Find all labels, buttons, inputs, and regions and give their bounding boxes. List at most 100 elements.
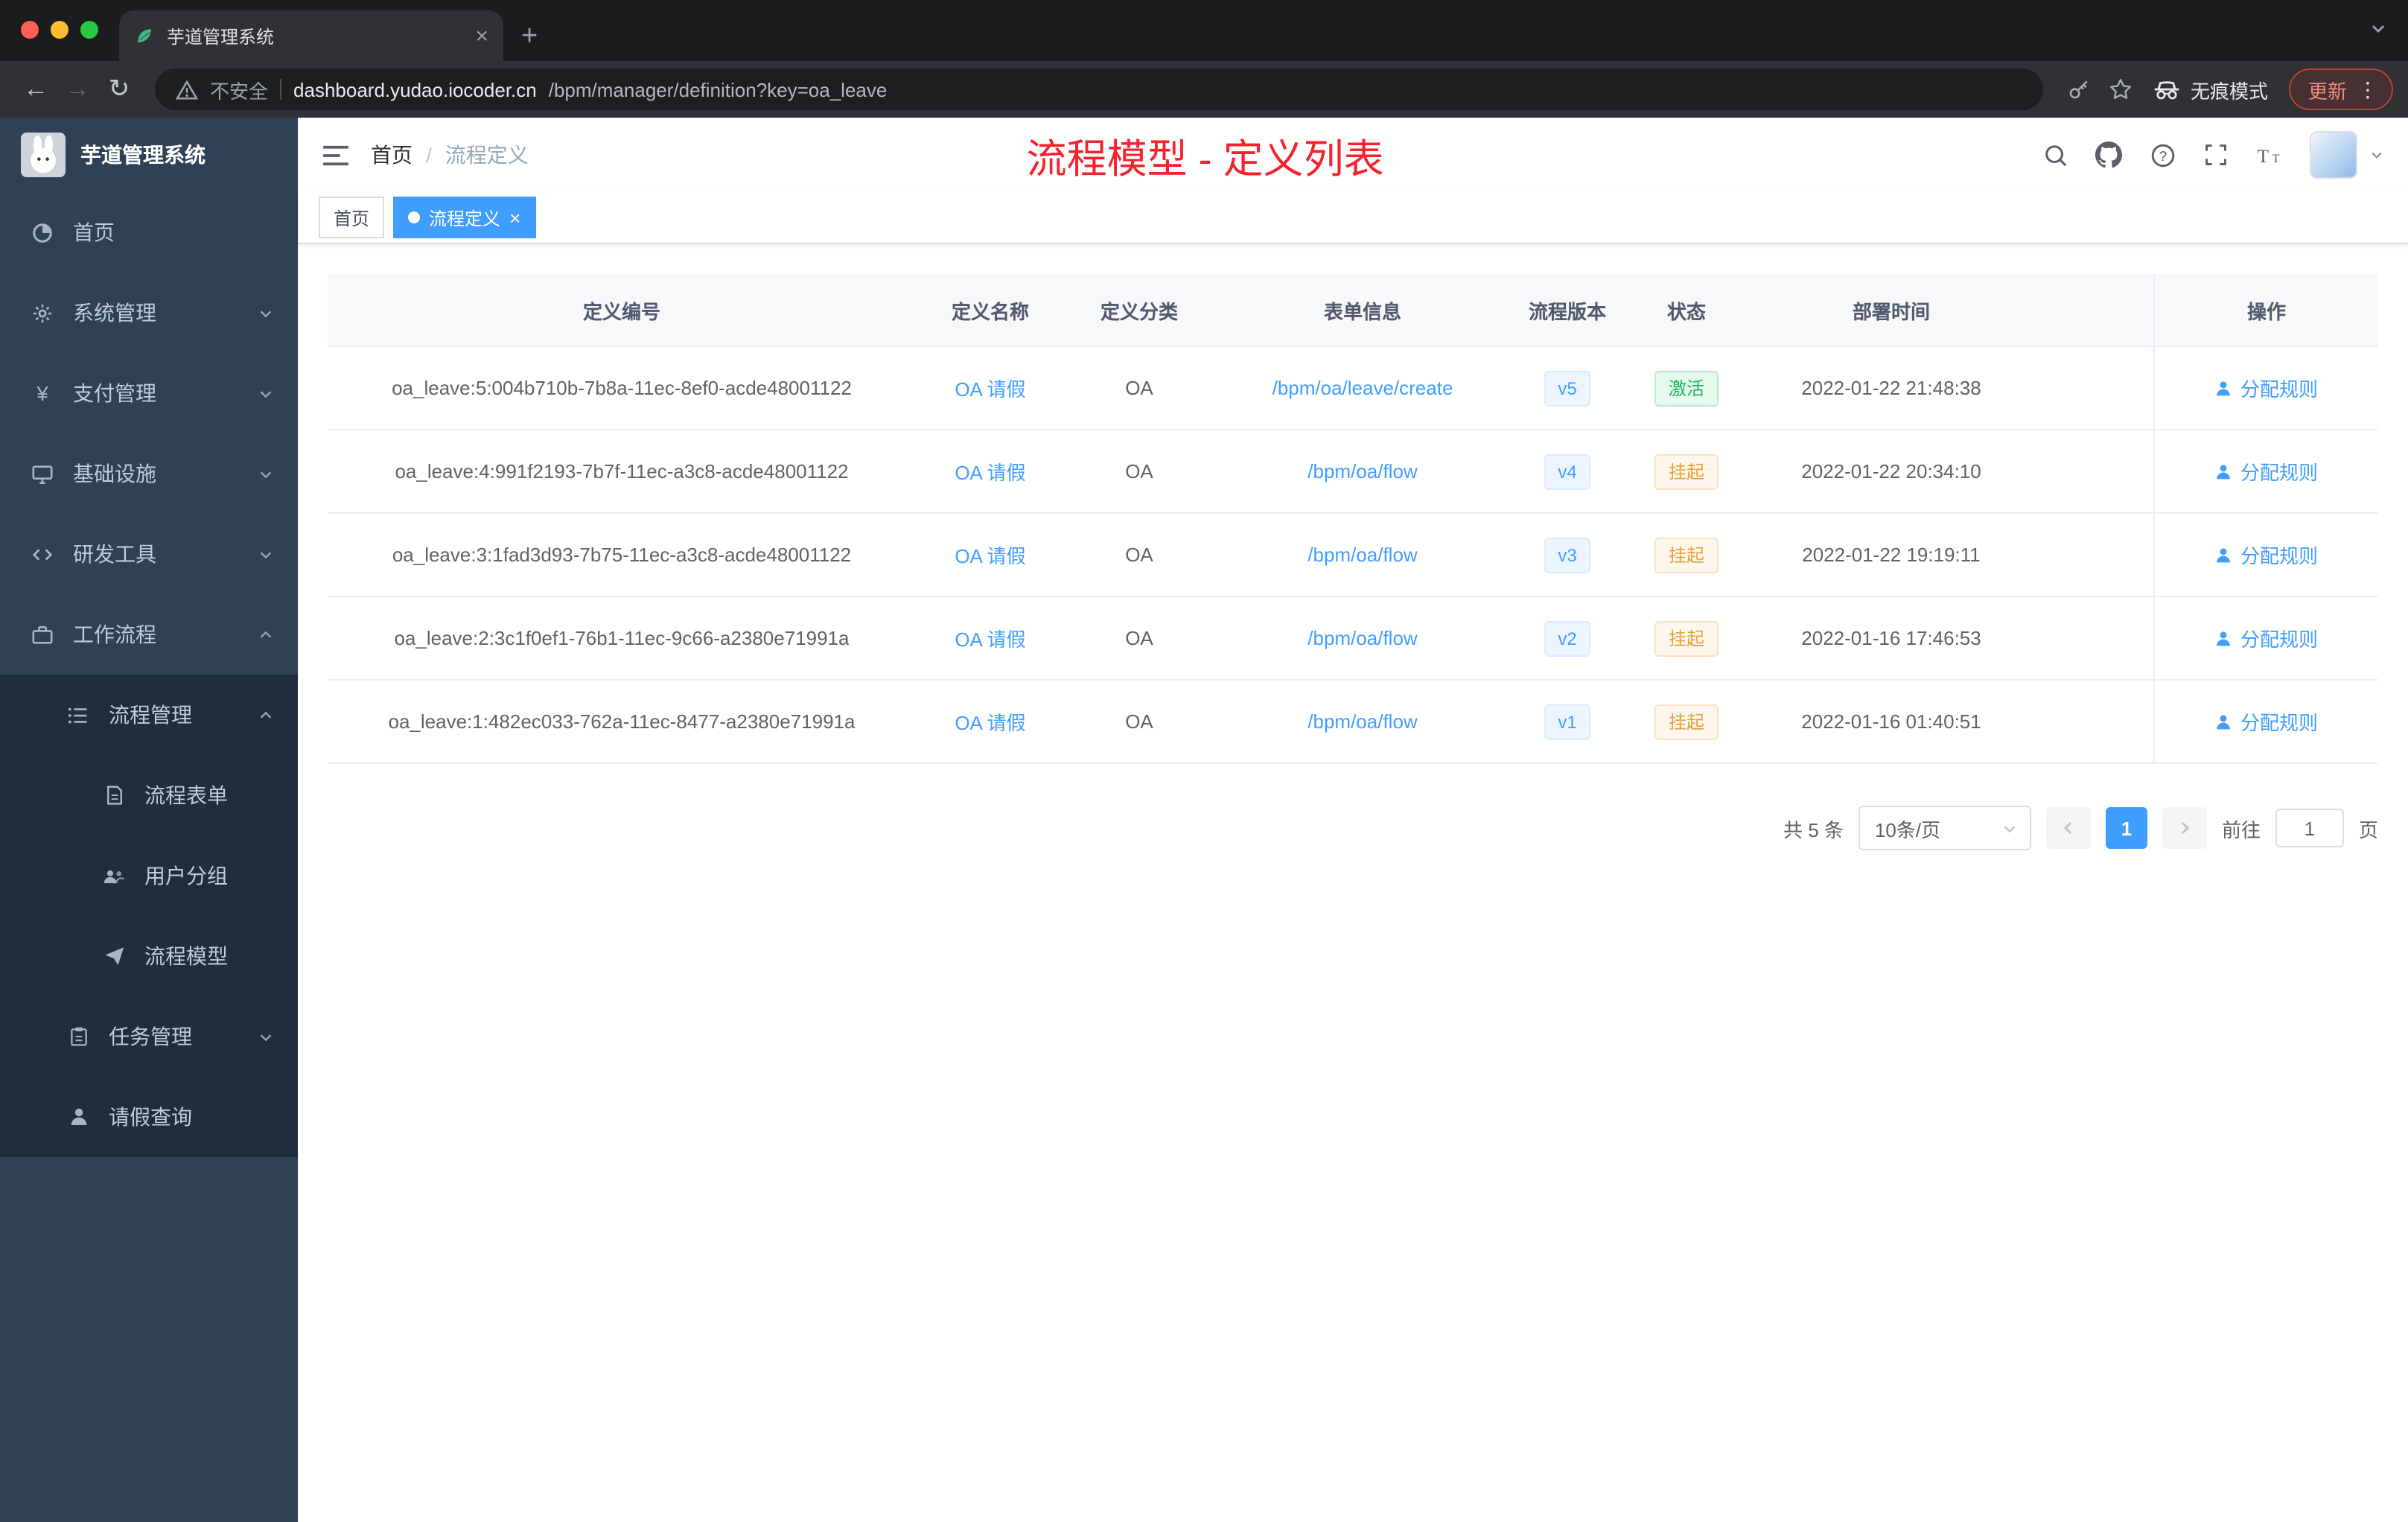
dev-tools-icon xyxy=(30,543,55,565)
pagination: 共 5 条 10条/页 1 前往 页 xyxy=(328,806,2378,850)
new-tab-button[interactable]: + xyxy=(521,22,538,51)
sidebar-item-label: 研发工具 xyxy=(73,542,156,566)
fullscreen-icon[interactable] xyxy=(2194,133,2238,177)
password-key-icon[interactable] xyxy=(2058,69,2100,110)
browser-toolbar: ← → ↻ 不安全 dashboard.yudao.iocoder.cn /bp… xyxy=(0,61,2408,118)
sidebar-item-label: 工作流程 xyxy=(73,623,156,646)
deploy-time: 2022-01-22 21:48:38 xyxy=(1801,377,1981,399)
row-spacer xyxy=(2033,430,2153,512)
assign-rule-link[interactable]: 分配规则 xyxy=(2215,457,2318,485)
assign-rule-link[interactable]: 分配规则 xyxy=(2215,624,2318,652)
sidebar-toggle-button[interactable] xyxy=(322,144,350,166)
column-header-spacer xyxy=(2033,274,2153,346)
breadcrumb: 首页 / 流程定义 xyxy=(371,140,529,170)
status-tag: 挂起 xyxy=(1654,453,1718,489)
incognito-label: 无痕模式 xyxy=(2190,80,2268,102)
breadcrumb-current: 流程定义 xyxy=(445,143,529,167)
assign-rule-link[interactable]: 分配规则 xyxy=(2215,541,2318,569)
window-controls xyxy=(21,21,98,39)
definition-name-link[interactable]: OA 请假 xyxy=(955,707,1025,736)
definition-name-link[interactable]: OA 请假 xyxy=(955,624,1025,652)
paper-plane-icon xyxy=(101,946,127,967)
sidebar-item-home[interactable]: 首页 xyxy=(0,192,298,273)
form-link[interactable]: /bpm/oa/flow xyxy=(1307,710,1417,733)
table-row: oa_leave:5:004b710b-7b8a-11ec-8ef0-acde4… xyxy=(328,347,2378,430)
main-area: 首页 / 流程定义 流程模型 - 定义列表 ? T T 首页 流程定义 × 定义… xyxy=(298,118,2408,1522)
version-tag: v5 xyxy=(1544,370,1590,406)
tab-search-chevron-icon[interactable] xyxy=(2369,19,2387,37)
deploy-time: 2022-01-16 01:40:51 xyxy=(1801,710,1981,733)
next-page-button[interactable] xyxy=(2162,807,2207,849)
user-icon xyxy=(2217,631,2231,646)
page-1-button[interactable]: 1 xyxy=(2105,807,2147,849)
site-favicon xyxy=(138,29,151,42)
svg-text:T: T xyxy=(2272,151,2280,165)
active-dot-icon xyxy=(408,211,421,223)
definition-name-link[interactable]: OA 请假 xyxy=(955,457,1025,485)
minimize-window-button[interactable] xyxy=(51,21,69,39)
sidebar-item-task-mgmt[interactable]: 任务管理 xyxy=(0,996,298,1077)
user-avatar[interactable] xyxy=(2310,131,2357,179)
sidebar-item-leave-query[interactable]: 请假查询 xyxy=(0,1077,298,1157)
zoom-window-button[interactable] xyxy=(80,21,98,39)
close-window-button[interactable] xyxy=(21,21,39,39)
forward-button[interactable]: → xyxy=(57,69,98,110)
avatar-caret-icon xyxy=(2369,147,2384,162)
sidebar-item-process-model[interactable]: 流程模型 xyxy=(0,916,298,996)
tab-process-definition[interactable]: 流程定义 × xyxy=(393,197,536,238)
github-icon[interactable] xyxy=(2086,133,2131,177)
sidebar-item-payment[interactable]: ¥ 支付管理 xyxy=(0,353,298,433)
menu-kebab-icon[interactable]: ⋮ xyxy=(2357,77,2378,102)
sidebar-item-devtools[interactable]: 研发工具 xyxy=(0,514,298,594)
table-row: oa_leave:4:991f2193-7b7f-11ec-a3c8-acde4… xyxy=(328,430,2378,514)
definition-name-link[interactable]: OA 请假 xyxy=(955,541,1025,569)
address-bar[interactable]: 不安全 dashboard.yudao.iocoder.cn /bpm/mana… xyxy=(155,69,2043,110)
sidebar-item-user-group[interactable]: 用户分组 xyxy=(0,835,298,916)
insecure-warning-icon[interactable] xyxy=(176,80,198,99)
sidebar-item-system[interactable]: 系统管理 xyxy=(0,273,298,353)
monitor-icon xyxy=(30,462,55,485)
brand-title: 芋道管理系统 xyxy=(80,143,206,167)
sidebar-item-label: 系统管理 xyxy=(73,301,156,325)
brand: 芋道管理系统 xyxy=(0,118,298,192)
user-icon xyxy=(66,1107,91,1127)
chevron-down-icon xyxy=(2001,820,2018,836)
sidebar-item-process-form[interactable]: 流程表单 xyxy=(0,755,298,835)
form-link[interactable]: /bpm/oa/leave/create xyxy=(1273,377,1453,399)
prev-page-button[interactable] xyxy=(2045,807,2091,849)
page-unit: 页 xyxy=(2358,818,2378,841)
definition-name-link[interactable]: OA 请假 xyxy=(955,374,1025,402)
assign-rule-link[interactable]: 分配规则 xyxy=(2215,707,2318,736)
column-header-form: 表单信息 xyxy=(1323,300,1401,322)
deploy-time: 2022-01-16 17:46:53 xyxy=(1801,627,1981,649)
sidebar-item-workflow[interactable]: 工作流程 xyxy=(0,594,298,675)
tab-close-icon[interactable]: × xyxy=(475,25,488,47)
browser-tab[interactable]: 芋道管理系统 × xyxy=(119,10,503,61)
version-tag: v3 xyxy=(1544,537,1590,573)
tab-close-icon[interactable]: × xyxy=(509,208,520,227)
help-icon[interactable]: ? xyxy=(2140,133,2185,177)
font-size-icon[interactable]: TT xyxy=(2247,133,2292,177)
form-link[interactable]: /bpm/oa/flow xyxy=(1307,627,1417,649)
app-shell: 芋道管理系统 首页 系统管理 ¥ 支付管理 基础设施 研发工具 工作流程 流程管… xyxy=(0,118,2408,1522)
definition-category: OA xyxy=(1125,627,1153,649)
goto-page-input[interactable] xyxy=(2275,809,2344,847)
back-button[interactable]: ← xyxy=(15,69,57,110)
search-icon[interactable] xyxy=(2033,133,2077,177)
sidebar-item-infra[interactable]: 基础设施 xyxy=(0,433,298,514)
reload-button[interactable]: ↻ xyxy=(98,69,140,110)
form-link[interactable]: /bpm/oa/flow xyxy=(1307,544,1417,566)
update-button[interactable]: 更新 ⋮ xyxy=(2288,69,2393,110)
form-link[interactable]: /bpm/oa/flow xyxy=(1307,460,1417,483)
pagination-total: 共 5 条 xyxy=(1783,818,1844,841)
header-actions: ? TT xyxy=(2033,131,2384,179)
breadcrumb-home-link[interactable]: 首页 xyxy=(371,140,413,170)
sidebar-item-label: 流程模型 xyxy=(144,944,228,968)
bookmark-star-icon[interactable] xyxy=(2100,69,2141,110)
version-tag: v4 xyxy=(1544,453,1590,489)
sidebar-item-process-mgmt[interactable]: 流程管理 xyxy=(0,675,298,755)
page-size-select[interactable]: 10条/页 xyxy=(1858,806,2031,850)
assign-rule-link[interactable]: 分配规则 xyxy=(2215,374,2318,402)
chevron-down-icon xyxy=(258,385,274,401)
tab-home[interactable]: 首页 xyxy=(319,197,385,238)
